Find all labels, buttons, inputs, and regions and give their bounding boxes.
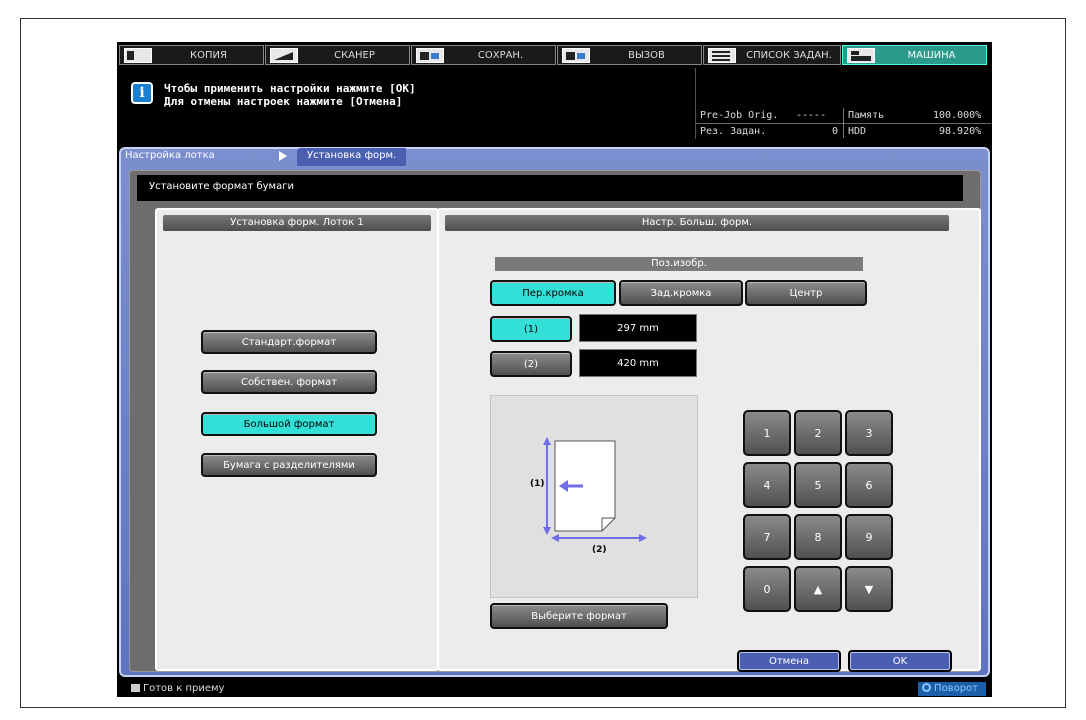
tab-scanner[interactable]: СКАНЕР <box>265 45 410 65</box>
breadcrumb: Настройка лотка Установка форм. <box>119 147 990 167</box>
dimension-1-button[interactable]: (1) <box>490 316 572 342</box>
message-line-1: Чтобы применить настройки нажмите [OK] <box>164 82 416 95</box>
job-list-icon <box>708 48 736 63</box>
memory-label: Память <box>848 110 885 121</box>
tab-paper-button[interactable]: Бумага с разделителями <box>201 453 377 477</box>
keypad-3[interactable]: 3 <box>845 410 893 456</box>
center-button[interactable]: Центр <box>745 280 867 306</box>
breadcrumb-parent[interactable]: Настройка лотка <box>125 150 215 161</box>
message-line-2: Для отмены настроек нажмите [Отмена] <box>164 95 403 108</box>
ok-button[interactable]: OK <box>848 650 952 672</box>
tab-job-list[interactable]: СПИСОК ЗАДАН. <box>703 45 841 65</box>
tab-machine[interactable]: МАШИНА <box>842 45 987 65</box>
dimension-2-value: 420 mm <box>579 349 697 377</box>
keypad-6[interactable]: 6 <box>845 462 893 508</box>
up-arrow-icon[interactable]: ▲ <box>794 566 842 612</box>
rotate-indicator[interactable]: Поворот <box>918 682 986 696</box>
custom-size-button[interactable]: Собствен. формат <box>201 370 377 394</box>
keypad-0[interactable]: 0 <box>743 566 791 612</box>
tab-save[interactable]: СОХРАН. <box>411 45 556 65</box>
tray-size-panel: Установка форм. Лоток 1 Стандарт.формат … <box>155 208 439 671</box>
diagram-label-2: (2) <box>592 545 607 555</box>
info-icon: i <box>131 82 153 104</box>
keypad-8[interactable]: 8 <box>794 514 842 560</box>
copy-icon <box>124 48 152 63</box>
standard-size-button[interactable]: Стандарт.формат <box>201 330 377 354</box>
top-tabs: КОПИЯ СКАНЕР СОХРАН. ВЫЗОВ СПИСОК ЗАДАН.… <box>119 45 988 65</box>
keypad-2[interactable]: 2 <box>794 410 842 456</box>
rotate-text: Поворот <box>934 683 978 694</box>
status-bar: Готов к приему Поворот <box>117 681 992 697</box>
breadcrumb-arrow-icon <box>279 151 287 161</box>
tab-label: МАШИНА <box>907 49 956 61</box>
save-icon <box>416 48 444 63</box>
keypad-1[interactable]: 1 <box>743 410 791 456</box>
divider <box>843 108 844 138</box>
large-size-panel: Настр. Больш. форм. Поз.изобр. Пер.кромк… <box>437 208 981 671</box>
diagram-label-1: (1) <box>530 479 545 489</box>
image-position-label: Поз.изобр. <box>495 257 863 271</box>
tab-label: СКАНЕР <box>334 49 375 61</box>
keypad-4[interactable]: 4 <box>743 462 791 508</box>
tab-recall[interactable]: ВЫЗОВ <box>557 45 702 65</box>
leading-edge-button[interactable]: Пер.кромка <box>490 280 616 306</box>
tab-label: ВЫЗОВ <box>628 49 665 61</box>
hdd-value: 98.920% <box>939 126 982 137</box>
tray-panel-title: Установка форм. Лоток 1 <box>163 215 431 231</box>
keypad-7[interactable]: 7 <box>743 514 791 560</box>
tab-label: СПИСОК ЗАДАН. <box>746 49 832 61</box>
memory-value: 100.000% <box>933 110 982 121</box>
message-area: i Чтобы применить настройки нажмите [OK]… <box>119 68 693 139</box>
prejob-label: Pre-Job Orig. <box>700 110 779 121</box>
status-panel: Pre-Job Orig. ----- Рез. Задан. 0 Память… <box>695 68 991 139</box>
recall-icon <box>562 48 590 63</box>
ready-text: Готов к приему <box>143 683 225 694</box>
rotate-icon <box>922 683 932 692</box>
down-arrow-icon[interactable]: ▼ <box>845 566 893 612</box>
dimension-2-button[interactable]: (2) <box>490 351 572 377</box>
control-panel-screen: КОПИЯ СКАНЕР СОХРАН. ВЫЗОВ СПИСОК ЗАДАН.… <box>117 42 992 697</box>
jobs-value: 0 <box>832 126 839 137</box>
dimension-1-value: 297 mm <box>579 314 697 342</box>
instruction-text: Установите формат бумаги <box>137 175 963 201</box>
trailing-edge-button[interactable]: Зад.кромка <box>619 280 743 306</box>
tab-label: СОХРАН. <box>477 49 524 61</box>
large-panel-title: Настр. Больш. форм. <box>445 215 949 231</box>
large-size-button[interactable]: Большой формат <box>201 412 377 436</box>
breadcrumb-current: Установка форм. <box>297 148 407 166</box>
printer-icon <box>131 684 140 692</box>
prejob-value: ----- <box>796 110 827 121</box>
machine-icon <box>847 48 875 63</box>
paper-diagram: (1) (2) <box>530 437 647 555</box>
tab-label: КОПИЯ <box>190 49 227 61</box>
scanner-icon <box>270 48 298 63</box>
tab-copy[interactable]: КОПИЯ <box>119 45 264 65</box>
keypad-9[interactable]: 9 <box>845 514 893 560</box>
ready-status: Готов к приему <box>131 683 224 694</box>
cancel-button[interactable]: Отмена <box>737 650 841 672</box>
paper-preview: (1) (2) <box>490 395 698 598</box>
select-format-button[interactable]: Выберите формат <box>490 603 668 629</box>
keypad-5[interactable]: 5 <box>794 462 842 508</box>
hdd-label: HDD <box>848 126 867 137</box>
jobs-label: Рез. Задан. <box>700 126 767 137</box>
